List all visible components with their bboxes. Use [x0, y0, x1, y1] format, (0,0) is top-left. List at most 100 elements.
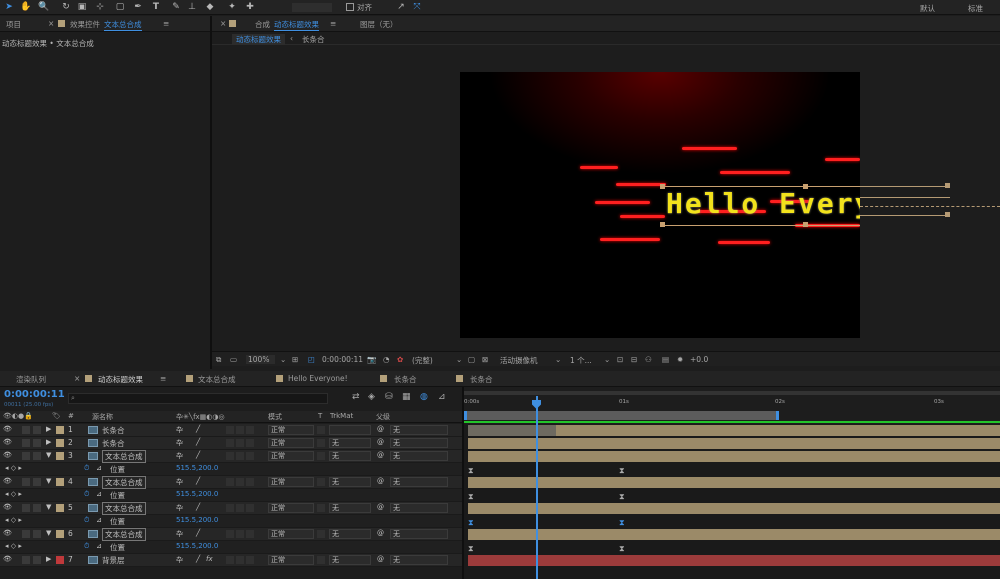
eye-icon[interactable]: 👁 [3, 555, 12, 563]
mode-dropdown[interactable]: 正常 [268, 555, 314, 565]
layer-duration-bar[interactable] [468, 503, 1000, 514]
rotate-tool-icon[interactable]: ↻ [60, 1, 72, 13]
lock-toggle[interactable] [33, 439, 41, 447]
keyframe-navigator-icon[interactable]: ◂ ◇ ▸ [5, 516, 22, 524]
graph-icon[interactable]: ⊿ [96, 490, 102, 498]
work-area-end[interactable] [776, 411, 779, 420]
keyframe-icon[interactable]: ⧗ [468, 466, 474, 475]
label-color-swatch[interactable] [56, 426, 64, 434]
trkmat-dropdown[interactable]: 无 [329, 451, 371, 461]
hello-text-layer[interactable]: Hello Every [666, 187, 860, 220]
keyframe-icon[interactable]: ⧗ [468, 518, 474, 527]
quality-switch-icon[interactable]: ╱ [196, 477, 200, 485]
collapse-switch-icon[interactable]: 卆 [176, 425, 183, 435]
brush-tool-icon[interactable]: ✎ [170, 1, 182, 13]
switch-box[interactable] [236, 478, 244, 486]
timecode-display[interactable]: 0:00:00:11 [322, 355, 363, 364]
layer-duration-bar[interactable] [468, 477, 1000, 488]
layer-name[interactable]: 文本总合成 [102, 450, 146, 463]
eye-icon[interactable]: 👁 [3, 425, 12, 433]
menu-icon[interactable]: ≡ [160, 374, 166, 383]
keyframe-icon[interactable]: ⧗ [468, 544, 474, 553]
collapse-switch-icon[interactable]: 卆 [176, 451, 183, 461]
layer-row[interactable]: 👁 ▶ 1 长条合 卆 ╱ 正常 @ 无 [0, 424, 462, 437]
property-value[interactable]: 515.5,200.0 [176, 464, 218, 472]
layer-duration-bar[interactable] [468, 438, 1000, 449]
switch-box[interactable] [246, 478, 254, 486]
fast-previews-icon[interactable]: ⊟ [631, 355, 637, 364]
solo-toggle[interactable] [22, 452, 30, 460]
layer-row[interactable]: 👁 ▶ 7 背景层 卆 ╱ fx 正常 无 @ 无 [0, 554, 462, 567]
collapse-switch-icon[interactable]: 卆 [176, 503, 183, 513]
switch-box[interactable] [226, 504, 234, 512]
tab-main-comp[interactable]: 动态标题效果 [98, 374, 143, 385]
switch-box[interactable] [226, 556, 234, 564]
trkmat-dropdown[interactable]: 无 [329, 477, 371, 487]
pan-behind-tool-icon[interactable]: ⊹ [94, 1, 106, 13]
trkmat-dropdown[interactable]: 无 [329, 555, 371, 565]
layer-row[interactable]: 👁 ▶ 2 长条合 卆 ╱ 正常 无 @ 无 [0, 437, 462, 450]
tab-render-queue[interactable]: 渲染队列 [16, 374, 46, 385]
switch-box[interactable] [236, 439, 244, 447]
tab-hello-comp[interactable]: Hello Everyone! [288, 374, 348, 383]
mode-dropdown[interactable]: 正常 [268, 529, 314, 539]
property-value[interactable]: 515.5,200.0 [176, 516, 218, 524]
lock-toggle[interactable] [33, 452, 41, 460]
safe-margins-icon[interactable]: ⊞ [292, 355, 298, 364]
label-color-swatch[interactable] [56, 530, 64, 538]
mode-dropdown[interactable]: 正常 [268, 503, 314, 513]
label-color-swatch[interactable] [56, 556, 64, 564]
chevron-down-icon[interactable]: ▼ [46, 503, 51, 511]
hand-tool-icon[interactable]: ✋ [20, 1, 32, 13]
keyframe-icon[interactable]: ⧗ [468, 492, 474, 501]
keyframe-icon[interactable]: ⧗ [619, 466, 625, 475]
quality-switch-icon[interactable]: ╱ [196, 438, 200, 446]
pen-tool-icon[interactable]: ✒ [132, 1, 144, 13]
parent-dropdown[interactable]: 无 [390, 503, 448, 513]
motion-blur-icon[interactable]: ◍ [420, 392, 428, 402]
lock-toggle[interactable] [33, 504, 41, 512]
bounds-handle[interactable] [945, 183, 950, 188]
property-value[interactable]: 515.5,200.0 [176, 542, 218, 550]
chevron-right-icon[interactable]: ▶ [46, 555, 51, 563]
label-color-swatch[interactable] [56, 439, 64, 447]
stopwatch-icon[interactable]: ⏱ [84, 464, 89, 473]
quality-switch-icon[interactable]: ╱ [196, 425, 200, 433]
pick-whip-icon[interactable]: @ [377, 529, 384, 537]
menu-icon[interactable]: ≡ [163, 19, 169, 28]
solo-toggle[interactable] [22, 556, 30, 564]
eye-icon[interactable]: 👁 [3, 451, 12, 459]
keyframe-icon[interactable]: ⧗ [619, 492, 625, 501]
transparency-grid-icon[interactable]: ⊠ [482, 355, 488, 364]
lock-toggle[interactable] [33, 530, 41, 538]
layer-name[interactable]: 文本总合成 [102, 502, 146, 515]
views-dropdown[interactable]: 1 个... [570, 355, 592, 366]
layer-row[interactable]: 👁 ▼ 4 文本总合成 卆 ╱ 正常 无 @ 无 [0, 476, 462, 489]
chevron-right-icon[interactable]: ▶ [46, 425, 51, 433]
rectangle-tool-icon[interactable]: ▢ [114, 1, 126, 13]
show-snapshot-icon[interactable]: ◔ [383, 355, 390, 364]
mask-visibility-icon[interactable]: ◰ [308, 355, 315, 364]
property-row[interactable]: ◂ ◇ ▸ ⏱ ⊿ 位置 515.5,200.0 [0, 541, 462, 554]
zoom-dropdown[interactable]: 100% [246, 355, 276, 364]
switch-box[interactable] [226, 426, 234, 434]
parent-dropdown[interactable]: 无 [390, 555, 448, 565]
property-row[interactable]: ◂ ◇ ▸ ⏱ ⊿ 位置 515.5,200.0 [0, 515, 462, 528]
close-icon[interactable]: × [74, 374, 80, 383]
graph-editor-icon[interactable]: ⊿ [438, 392, 446, 402]
preserve-transparency-toggle[interactable] [317, 452, 325, 460]
eraser-tool-icon[interactable]: ◆ [204, 1, 216, 13]
chevron-down-icon[interactable]: ▼ [46, 477, 51, 485]
frame-blending-icon[interactable]: ▦ [402, 392, 411, 402]
zoom-tool-icon[interactable]: 🔍 [38, 1, 50, 13]
bounds-handle[interactable] [660, 184, 665, 189]
sub-tab-bars[interactable]: 长条合 [302, 34, 325, 45]
solo-toggle[interactable] [22, 478, 30, 486]
switch-box[interactable] [236, 426, 244, 434]
keyframe-navigator-icon[interactable]: ◂ ◇ ▸ [5, 542, 22, 550]
work-area-start[interactable] [464, 411, 467, 420]
property-row[interactable]: ◂ ◇ ▸ ⏱ ⊿ 位置 515.5,200.0 [0, 463, 462, 476]
trkmat-dropdown[interactable]: 无 [329, 438, 371, 448]
flowchart-icon[interactable]: ⚇ [645, 355, 652, 364]
navigator-bar[interactable] [464, 391, 1000, 395]
